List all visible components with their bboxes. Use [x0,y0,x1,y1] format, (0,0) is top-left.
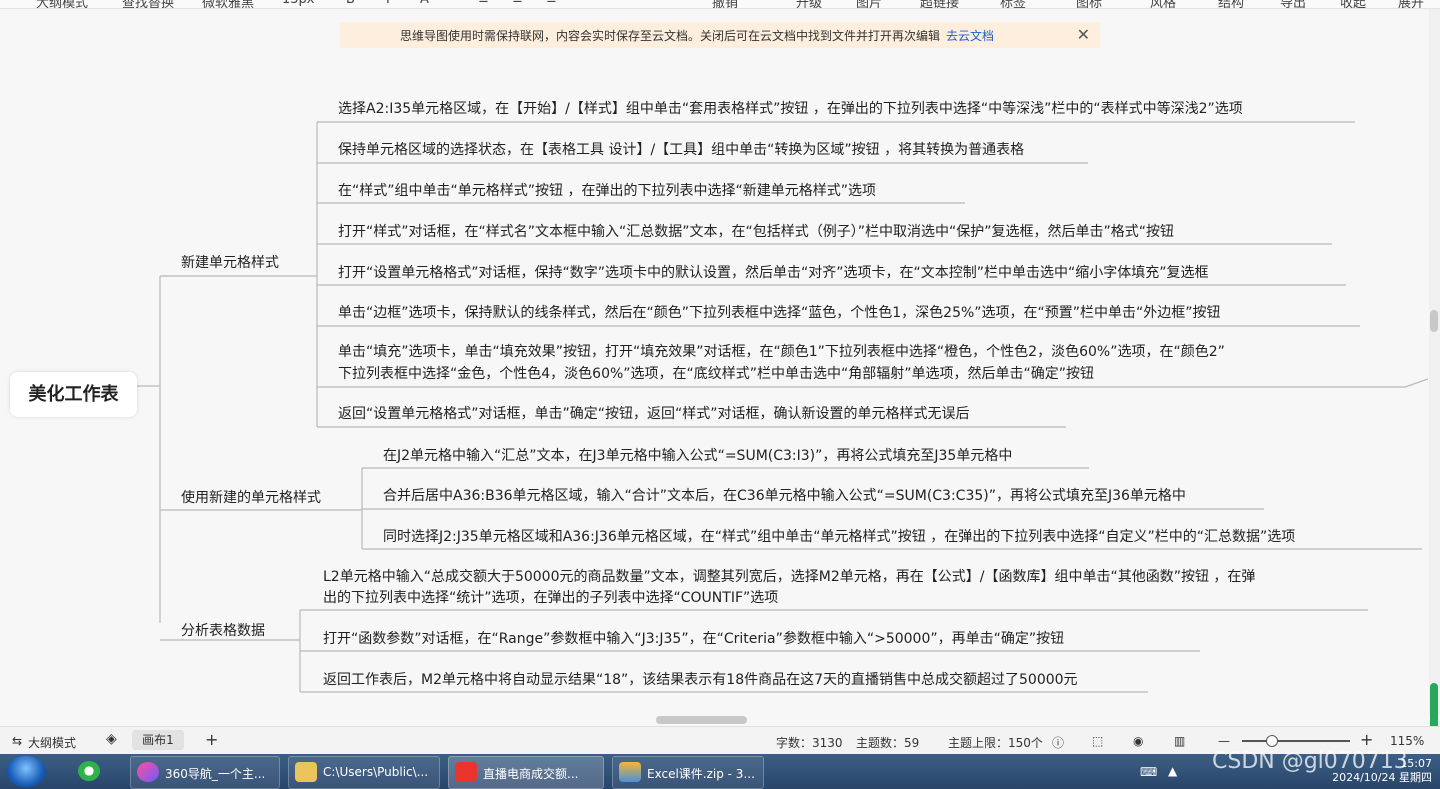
branch-topic-use-cell-style[interactable]: 使用新建的单元格样式 [181,487,321,507]
windows-start-icon[interactable] [6,756,46,787]
add-canvas-button[interactable]: + [205,730,218,749]
select-icon[interactable]: ⬚ [1092,734,1103,748]
map-icon[interactable]: ▥ [1174,734,1185,748]
toolbar-hyperlink[interactable]: 超链接 [920,0,959,8]
toolbar-export[interactable]: 导出 [1280,0,1306,8]
toolbar-icon[interactable]: 图标 [1076,0,1102,8]
toolbar-font[interactable]: 微软雅黑 [202,0,254,8]
leaf-topic-line1[interactable]: L2单元格中输入“总成交额大于50000元的商品数量”文本，调整其列宽后，选择M… [323,566,1255,588]
outline-mode-button[interactable]: 大纲模式 [28,734,76,751]
ai-icon [137,762,159,782]
wps-icon [455,762,477,782]
toolbar-style[interactable]: 风格 [1150,0,1176,8]
keyboard-icon[interactable]: ⌨ [1140,765,1157,779]
horizontal-scroll-thumb[interactable] [656,716,747,724]
taskbar-task-explorer[interactable]: C:\Users\Public\... [288,756,440,789]
locate-icon[interactable]: ◉ [1133,734,1143,748]
zoom-slider-knob[interactable] [1266,735,1278,747]
toolbar-italic[interactable]: I [386,0,390,7]
leaf-topic[interactable]: 在J2单元格中输入“汇总”文本，在J3单元格中输入公式“=SUM(C3:I3)”… [383,445,1012,467]
taskbar-task-360[interactable]: 360导航_一个主... [130,756,280,789]
word-count: 字数：3130 [776,736,843,750]
toolbar-image[interactable]: 图片 [856,0,882,8]
leaf-topic[interactable]: 选择A2:I35单元格区域，在【开始】/【样式】组中单击“套用表格样式”按钮 ，… [338,98,1243,120]
toolbar-find-replace[interactable]: 查找替换 [122,0,174,8]
zoom-in-button[interactable]: + [1360,730,1373,749]
toolbar-align-right[interactable]: ≡ [546,0,557,7]
toolbar-outline-mode[interactable]: 大纲模式 [36,0,88,8]
archive-icon [619,762,641,782]
help-icon[interactable]: ⓘ [1052,734,1064,751]
layers-icon[interactable]: ◈ [106,731,117,747]
folder-icon [295,762,317,782]
leaf-topic[interactable]: 在“样式”组中单击“单元格样式”按钮 ，在弹出的下拉列表中选择“新建单元格样式”… [338,180,876,202]
toolbar-collapse[interactable]: 收起 [1340,0,1366,8]
leaf-topic[interactable]: 打开“函数参数”对话框，在“Range”参数框中输入“J3:J35”，在“Cri… [323,628,1064,650]
toolbar-font-color[interactable]: A [420,0,429,7]
leaf-topic[interactable]: 打开“样式”对话框，在“样式名”文本框中输入“汇总数据”文本，在“包括样式（例子… [338,221,1174,243]
leaf-topic[interactable]: 保持单元格区域的选择状态，在【表格工具 设计】/【工具】组中单击“转换为区域”按… [338,139,1024,161]
toolbar-structure[interactable]: 结构 [1218,0,1244,8]
tray-expand-icon[interactable]: ▲ [1168,764,1177,778]
topic-count: 主题数：59 [856,736,920,750]
topic-limit: 主题上限：150个 [948,736,1043,750]
branch-topic-new-cell-style[interactable]: 新建单元格样式 [181,252,279,272]
watermark: CSDN @gl070713 [1212,749,1408,774]
branch-topic-analyze-data[interactable]: 分析表格数据 [181,620,265,640]
toolbar-font-size[interactable]: 13px [282,0,315,7]
leaf-topic[interactable]: 合并后居中A36:B36单元格区域，输入“合计”文本后，在C36单元格中输入公式… [383,485,1186,507]
taskbar-task-wps[interactable]: 直播电商成交额... [448,756,604,789]
toolbar-bold[interactable]: B [346,0,355,7]
outline-toggle-icon[interactable]: ⇆ [12,734,22,748]
browser-e-icon [78,761,100,781]
leaf-topic-line2[interactable]: 出的下拉列表中选择“统计”选项，在弹出的子列表中选择“COUNTIF”选项 [323,587,778,609]
zoom-slider-track[interactable] [1242,740,1350,742]
taskbar-task-zip[interactable]: Excel课件.zip - 3... [612,756,764,789]
toolbar-align-center[interactable]: ≡ [512,0,523,7]
toolbar-expand[interactable]: 展开 [1398,0,1424,8]
leaf-topic[interactable]: 打开“设置单元格格式”对话框，保持“数字”选项卡中的默认设置，然后单击“对齐”选… [338,262,1209,284]
leaf-topic[interactable]: 返回工作表后，M2单元格中将自动显示结果“18”，该结果表示有18件商品在这7天… [323,669,1078,691]
toolbar-upgrade[interactable]: 升级 [796,0,822,8]
leaf-topic[interactable]: 单击“边框”选项卡，保持默认的线条样式，然后在“颜色”下拉列表框中选择“蓝色，个… [338,302,1221,324]
zoom-out-button[interactable]: — [1218,734,1230,748]
top-toolbar: 大纲模式 查找替换 微软雅黑 13px B I A ≡ ≡ ≡ 撤销 升级 图片… [0,0,1440,9]
leaf-topic[interactable]: 返回“设置单元格格式”对话框，单击”确定“按钮，返回“样式”对话框，确认新设置的… [338,403,970,425]
leaf-topic[interactable]: 同时选择J2:J35单元格区域和A36:J36单元格区域，在“样式”组中单击“单… [383,526,1295,548]
vertical-scrollbar[interactable] [1429,9,1440,715]
taskbar-pinned-app[interactable] [72,756,110,787]
toolbar-align-left[interactable]: ≡ [478,0,489,7]
zoom-level: 115% [1390,734,1425,748]
mindmap-canvas[interactable]: 思维导图使用时需保持联网，内容会实时保存至云文档。关闭后可在云文档中找到文件并打… [0,9,1428,715]
toolbar-tag[interactable]: 标签 [1000,0,1026,8]
leaf-topic-line1[interactable]: 单击“填充”选项卡，单击“填充效果”按钮，打开“填充效果”对话框，在“颜色1”下… [338,341,1225,363]
leaf-topic-line2[interactable]: 下拉列表框中选择“金色，个性色4，淡色60%”选项，在“底纹样式”栏中单击选中“… [338,363,1094,385]
root-topic[interactable]: 美化工作表 [10,372,137,417]
toolbar-undo[interactable]: 撤销 [712,0,738,8]
vertical-scroll-thumb[interactable] [1430,310,1438,332]
tab-canvas-1[interactable]: 画布1 [132,730,184,750]
